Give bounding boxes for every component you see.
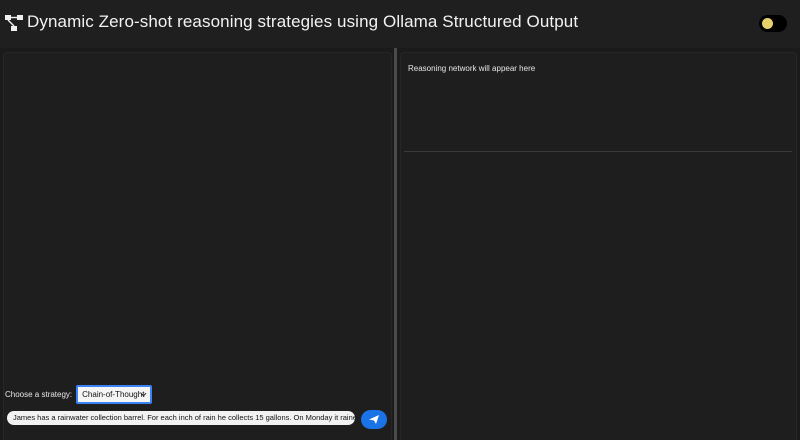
network-icon — [5, 15, 23, 31]
strategy-selected-value: Chain-of-Thought — [82, 389, 145, 399]
toggle-knob — [762, 18, 773, 29]
chat-panel — [3, 52, 392, 440]
query-input[interactable]: James has a rainwater collection barrel.… — [7, 411, 355, 425]
strategy-row: Choose a strategy: Chain-of-Thought — [5, 384, 153, 404]
send-icon — [369, 415, 379, 424]
reasoning-network-panel: Reasoning network will appear here — [400, 52, 797, 440]
strategy-label: Choose a strategy: — [5, 389, 73, 399]
network-placeholder-text: Reasoning network will appear here — [408, 64, 536, 73]
theme-toggle-icon[interactable] — [759, 15, 787, 32]
panel-separator — [404, 151, 792, 152]
app-header: Dynamic Zero-shot reasoning strategies u… — [0, 0, 800, 48]
send-button[interactable] — [361, 410, 387, 429]
app-root: Dynamic Zero-shot reasoning strategies u… — [0, 0, 800, 440]
panel-resize-handle[interactable] — [394, 48, 397, 440]
page-title: Dynamic Zero-shot reasoning strategies u… — [27, 12, 579, 31]
chevron-down-icon — [140, 392, 147, 397]
strategy-select[interactable]: Chain-of-Thought — [76, 384, 153, 404]
